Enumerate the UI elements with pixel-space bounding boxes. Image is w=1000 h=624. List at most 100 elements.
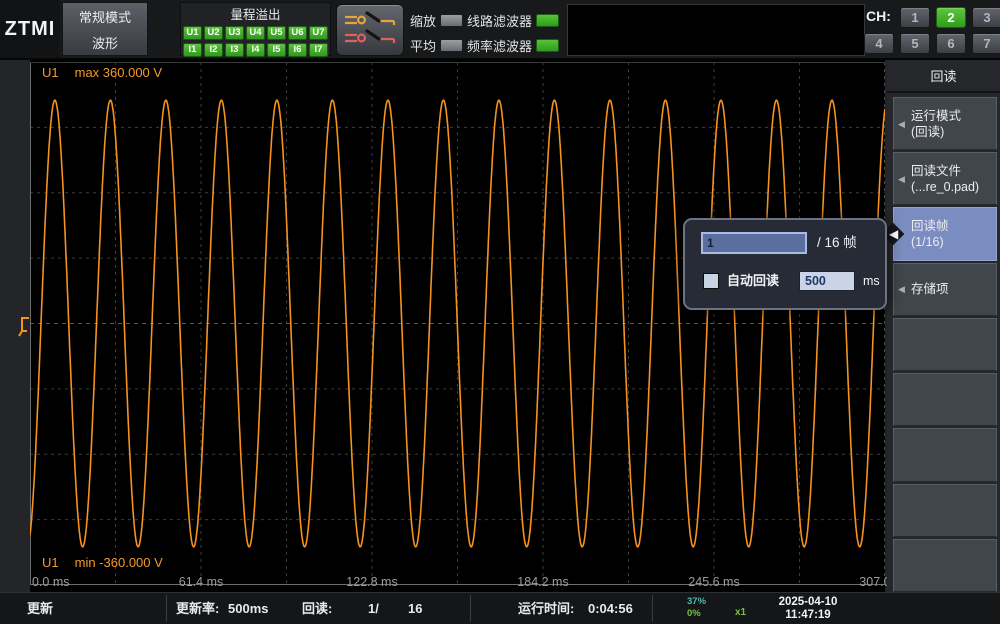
left-arrow-icon: ◀ [898,116,905,132]
sidebar-items: ◀运行模式(回读)◀回读文件(...re_0.pad)◀回读帧(1/16)◀存储… [887,97,1000,592]
x-tick-label-4: 245.6 ms [688,575,739,589]
channel-row-2: 4567 [864,33,1000,54]
frame-number-input[interactable] [701,232,807,254]
channel-button-6[interactable]: 6 [936,33,966,54]
mode-display[interactable]: 常规模式 波形 [62,2,148,56]
storage-usage: 37% 0% [687,596,706,620]
frame-total-label: / 16 帧 [817,232,857,254]
sidebar-item-empty-6[interactable] [893,428,997,481]
left-arrow-icon: ◀ [898,281,905,297]
range-overflow-panel: 量程溢出 U1U2U3U4U5U6U7 I1I2I3I4I5I6I7 [180,2,331,56]
overflow-row-current: I1I2I3I4I5I6I7 [181,43,330,57]
sidebar-item-readback-frame[interactable]: ◀回读帧(1/16) [893,207,997,260]
overflow-badge-u7: U7 [309,26,328,40]
interval-input[interactable] [799,271,855,291]
sidebar-item-empty-4[interactable] [893,318,997,371]
sidebar-item-empty-7[interactable] [893,484,997,537]
overflow-badge-i4: I4 [246,43,265,57]
update-rate-value: 500ms [228,593,268,624]
range-overflow-title: 量程溢出 [181,4,330,23]
sidebar-item-empty-8[interactable] [893,539,997,592]
waveform-plot[interactable]: U1max 360.000 V U1min -360.000 V 0.0 ms6… [30,60,885,592]
overflow-badge-u2: U2 [204,26,223,40]
filter-panel: 缩放 线路滤波器 平均 频率滤波器 [410,2,564,58]
zoom-indicator [440,14,463,27]
channel-row-1: 123 [900,7,1000,28]
average-label: 平均 [410,36,436,55]
readback-frame-popup: / 16 帧 自动回读 ms [683,218,887,310]
sidebar-item-storage-items[interactable]: ◀ 存储项 [893,263,997,316]
left-arrow-icon: ◀ [898,171,905,187]
brand-logo: ZTMI [0,0,60,58]
overflow-badge-i3: I3 [225,43,244,57]
sidebar-item-label: 回读文件 [911,163,996,179]
channel-button-4[interactable]: 4 [864,33,894,54]
filter-row-2: 平均 频率滤波器 [410,36,559,55]
average-indicator [440,39,463,52]
sidebar-header: 回读 [887,60,1000,93]
sidebar-item-label: 存储项 [911,281,996,297]
overflow-badge-u5: U5 [267,26,286,40]
filter-row-1: 缩放 线路滤波器 [410,11,559,30]
sidebar-item-empty-5[interactable] [893,373,997,426]
sidebar-item-sublabel: (回读) [911,124,996,140]
channel-button-5[interactable]: 5 [900,33,930,54]
overflow-badge-i1: I1 [183,43,202,57]
wiring-icon [342,9,398,49]
overflow-badge-i7: I7 [309,43,328,57]
overflow-badge-u1: U1 [183,26,202,40]
channel-panel: CH: 123 4567 [864,0,1000,60]
overflow-badge-i6: I6 [288,43,307,57]
max-value-text: max 360.000 V [75,65,162,80]
overflow-badge-i2: I2 [204,43,223,57]
runtime-label: 运行时间: [518,593,574,624]
mode-line1: 常规模式 [79,7,131,26]
auto-readback-label: 自动回读 [727,271,779,291]
freq-filter-indicator [536,39,559,52]
top-bar: ZTMI 常规模式 波形 量程溢出 U1U2U3U4U5U6U7 I1I2I3I… [0,0,1000,60]
update-rate-label: 更新率: [176,593,219,624]
left-arrow-icon: ◀ [889,226,898,242]
line-filter-label: 线路滤波器 [467,11,532,30]
readback-frame-total: 16 [408,593,422,624]
divider [470,595,471,622]
sidebar-item-label: 运行模式 [911,108,996,124]
x-tick-label-2: 122.8 ms [346,575,397,589]
storage-percent-bottom: 0% [687,608,706,620]
sidebar-item-readback-file[interactable]: ◀回读文件(...re_0.pad) [893,152,997,205]
max-value-label: U1 max 360.000 V [42,65,162,80]
channel-button-2[interactable]: 2 [936,7,966,28]
signal-name: U1 [42,65,59,80]
channel-label: CH: [866,8,891,24]
sidebar-item-sublabel: (1/16) [911,234,996,250]
storage-percent-top: 37% [687,596,706,608]
status-bar: 更新 更新率: 500ms 回读: 1/ 16 运行时间: 0:04:56 37… [0,592,1000,624]
time-text: 11:47:19 [770,609,846,622]
sidebar-item-run-mode[interactable]: ◀ 运行模式(回读) [893,97,997,150]
overflow-badge-i5: I5 [267,43,286,57]
channel-button-3[interactable]: 3 [972,7,1000,28]
auto-readback-checkbox[interactable] [703,273,719,289]
readback-label: 回读: [302,593,332,624]
update-status: 更新 [27,593,53,624]
overflow-badge-u6: U6 [288,26,307,40]
power-analyzer-screen: ZTMI 常规模式 波形 量程溢出 U1U2U3U4U5U6U7 I1I2I3I… [0,0,1000,624]
min-value-text: min -360.000 V [75,555,163,570]
line-filter-indicator [536,14,559,27]
date-text: 2025-04-10 [770,596,846,609]
overflow-badge-u3: U3 [225,26,244,40]
readback-frame-current: 1/ [368,593,379,624]
channel-button-1[interactable]: 1 [900,7,930,28]
divider [652,595,653,622]
usb-count: x1 [735,605,746,621]
freq-filter-label: 频率滤波器 [467,36,532,55]
waveform-chart [30,62,885,585]
message-display [567,4,865,56]
overflow-badge-u4: U4 [246,26,265,40]
wiring-button[interactable] [336,4,404,56]
x-tick-label-3: 184.2 ms [517,575,568,589]
mode-line2: 波形 [92,33,118,52]
channel-button-7[interactable]: 7 [972,33,1000,54]
x-tick-label-1: 61.4 ms [179,575,223,589]
zero-level-marker-icon [18,316,32,338]
